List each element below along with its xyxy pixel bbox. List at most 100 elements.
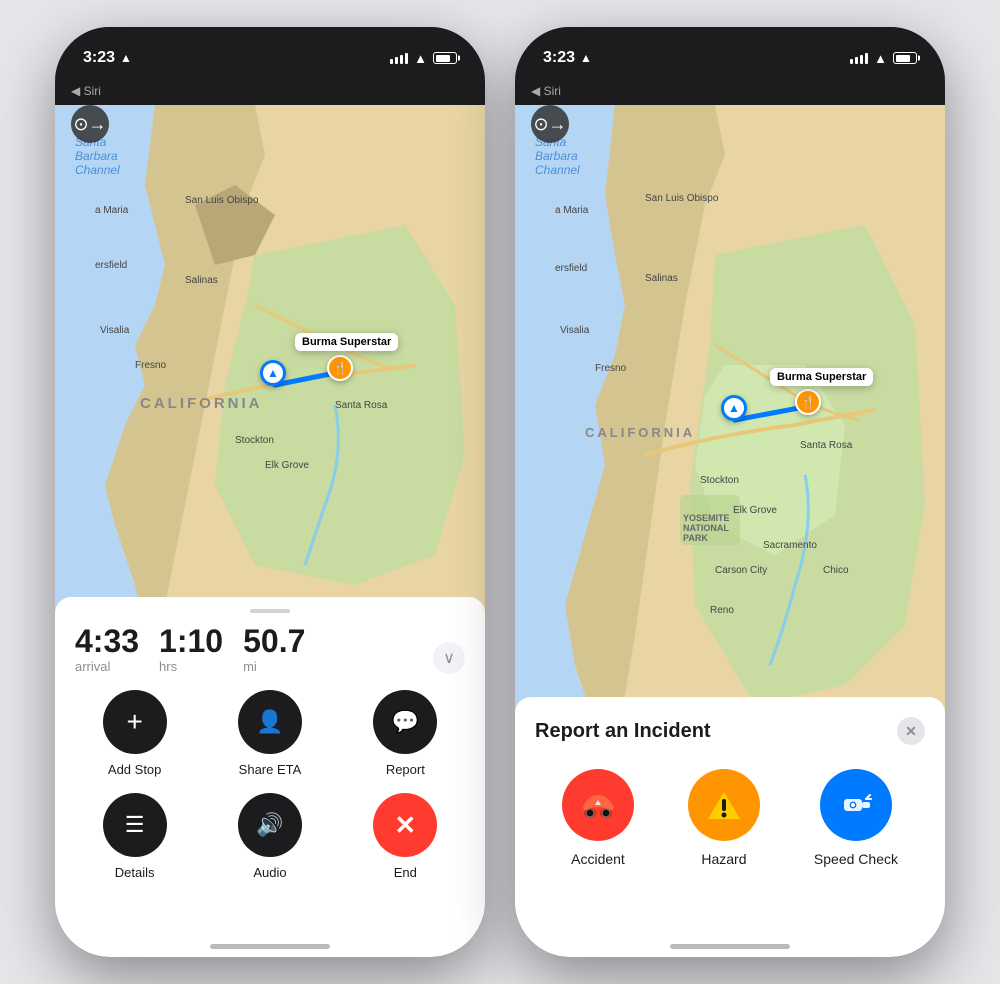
hazard-icon bbox=[688, 769, 760, 841]
status-time-1: 3:23 ▲ bbox=[83, 49, 132, 67]
home-indicator-2 bbox=[670, 944, 790, 949]
report-button[interactable]: 💬 Report bbox=[346, 690, 465, 777]
status-icons-2: ▲ bbox=[850, 51, 917, 66]
incident-options: Accident Hazard bbox=[535, 769, 925, 867]
map-label-visalia: Visalia bbox=[100, 325, 129, 336]
map-label-p2-elk-grove: Elk Grove bbox=[733, 505, 777, 516]
map-label-p2-visalia: Visalia bbox=[560, 325, 589, 336]
siri-bar-2: ◀ Siri bbox=[515, 77, 945, 105]
map-label-california: CALIFORNIA bbox=[140, 395, 263, 412]
nav-distance-value: 50.7 bbox=[243, 625, 305, 657]
wifi-icon-1: ▲ bbox=[414, 51, 427, 66]
map-label-salinas: Salinas bbox=[185, 275, 218, 286]
phone-1: 3:23 ▲ ▲ ◀ Siri ⊙→ bbox=[55, 27, 485, 957]
back-button-2[interactable]: ⊙→ bbox=[531, 105, 569, 143]
map-label-p2-yosemite: YOSEMITENATIONALPARK bbox=[683, 513, 730, 543]
dest-location-pin-2: 🍴 bbox=[795, 389, 821, 415]
map-label-p2-stockton: Stockton bbox=[700, 475, 739, 486]
wifi-icon-2: ▲ bbox=[874, 51, 887, 66]
nav-duration-label: hrs bbox=[159, 659, 223, 674]
audio-icon: 🔊 bbox=[238, 793, 302, 857]
add-stop-button[interactable]: + Add Stop bbox=[75, 690, 194, 777]
nav-arrival-label: arrival bbox=[75, 659, 139, 674]
share-eta-label: Share ETA bbox=[239, 762, 302, 777]
hazard-button[interactable]: Hazard bbox=[688, 769, 760, 867]
battery-1 bbox=[433, 52, 457, 64]
details-icon: ☰ bbox=[103, 793, 167, 857]
map-label-fresno: Fresno bbox=[135, 360, 166, 371]
map-label-p2-slo: San Luis Obispo bbox=[645, 193, 718, 204]
current-location-pin-2: ▲ bbox=[721, 395, 747, 421]
battery-2 bbox=[893, 52, 917, 64]
map-label-p2-salinas: Salinas bbox=[645, 273, 678, 284]
end-label: End bbox=[394, 865, 417, 880]
screen-1: ◀ Siri ⊙→ bbox=[55, 77, 485, 957]
nav-duration-stat: 1:10 hrs bbox=[159, 625, 223, 674]
screen-2: ◀ Siri ⊙→ bbox=[515, 77, 945, 957]
status-icons-1: ▲ bbox=[390, 51, 457, 66]
details-button[interactable]: ☰ Details bbox=[75, 793, 194, 880]
map-label-slo: San Luis Obispo bbox=[185, 195, 258, 206]
siri-label-2: ◀ Siri bbox=[531, 84, 561, 98]
back-button-1[interactable]: ⊙→ bbox=[71, 105, 109, 143]
map-svg-2 bbox=[515, 105, 945, 765]
siri-bar-1: ◀ Siri bbox=[55, 77, 485, 105]
map-label-p2-carson: Carson City bbox=[715, 565, 767, 576]
phone-2: 3:23 ▲ ▲ ◀ Siri ⊙→ bbox=[515, 27, 945, 957]
end-icon: ✕ bbox=[373, 793, 437, 857]
nav-arrival-value: 4:33 bbox=[75, 625, 139, 657]
map-area-1: SantaBarbaraChannel a Maria San Luis Obi… bbox=[55, 105, 485, 625]
nav-handle-1[interactable] bbox=[250, 609, 290, 613]
incident-header: Report an Incident ✕ bbox=[535, 717, 925, 745]
dest-label-1: Burma Superstar bbox=[295, 333, 398, 351]
map-label-p2-bakersfield: ersfield bbox=[555, 263, 587, 274]
add-stop-label: Add Stop bbox=[108, 762, 162, 777]
action-grid-1: + Add Stop 👤 Share ETA 💬 Report bbox=[75, 690, 465, 880]
map-label-la-maria: a Maria bbox=[95, 205, 128, 216]
nav-distance-stat: 50.7 mi bbox=[243, 625, 305, 674]
share-eta-button[interactable]: 👤 Share ETA bbox=[210, 690, 329, 777]
map-label-santa-rosa: Santa Rosa bbox=[335, 400, 387, 411]
nav-info-row-1: 4:33 arrival 1:10 hrs 50.7 mi ∨ bbox=[75, 625, 465, 674]
signal-bars-2 bbox=[850, 53, 868, 64]
accident-label: Accident bbox=[571, 851, 625, 867]
nav-stats-1: 4:33 arrival 1:10 hrs 50.7 mi bbox=[75, 625, 305, 674]
hazard-label: Hazard bbox=[701, 851, 746, 867]
map-label-p2-reno: Reno bbox=[710, 605, 734, 616]
map-bg-2: SantaBarbaraChannel a Maria San Luis Obi… bbox=[515, 105, 945, 765]
expand-button-1[interactable]: ∨ bbox=[433, 642, 465, 674]
incident-title: Report an Incident bbox=[535, 720, 711, 743]
map-bg-1: SantaBarbaraChannel a Maria San Luis Obi… bbox=[55, 105, 485, 625]
share-eta-icon: 👤 bbox=[238, 690, 302, 754]
back-icon-2: ⊙→ bbox=[533, 114, 566, 135]
speed-check-icon bbox=[820, 769, 892, 841]
map-label-p2-lamaria: a Maria bbox=[555, 205, 588, 216]
end-button[interactable]: ✕ End bbox=[346, 793, 465, 880]
speed-check-button[interactable]: Speed Check bbox=[814, 769, 898, 867]
map-area-2: SantaBarbaraChannel a Maria San Luis Obi… bbox=[515, 105, 945, 765]
map-label-p2-chico: Chico bbox=[823, 565, 849, 576]
notch bbox=[205, 27, 335, 61]
accident-icon bbox=[562, 769, 634, 841]
nav-distance-label: mi bbox=[243, 659, 305, 674]
back-icon-1: ⊙→ bbox=[73, 114, 106, 135]
accident-button[interactable]: Accident bbox=[562, 769, 634, 867]
report-icon: 💬 bbox=[373, 690, 437, 754]
map-label-bakersfield: ersfield bbox=[95, 260, 127, 271]
map-label-p2-santa-rosa: Santa Rosa bbox=[800, 440, 852, 451]
map-label-p2-california: CALIFORNIA bbox=[585, 425, 695, 440]
incident-close-button[interactable]: ✕ bbox=[897, 717, 925, 745]
audio-button[interactable]: 🔊 Audio bbox=[210, 793, 329, 880]
report-label: Report bbox=[386, 762, 425, 777]
map-label-p2-fresno: Fresno bbox=[595, 363, 626, 374]
notch-2 bbox=[665, 27, 795, 61]
details-label: Details bbox=[115, 865, 155, 880]
nav-arrival-stat: 4:33 arrival bbox=[75, 625, 139, 674]
nav-duration-value: 1:10 bbox=[159, 625, 223, 657]
map-label-stockton: Stockton bbox=[235, 435, 274, 446]
siri-label-1: ◀ Siri bbox=[71, 84, 101, 98]
add-stop-icon: + bbox=[103, 690, 167, 754]
incident-panel: Report an Incident ✕ bbox=[515, 697, 945, 917]
speed-check-label: Speed Check bbox=[814, 851, 898, 867]
signal-bars-1 bbox=[390, 53, 408, 64]
